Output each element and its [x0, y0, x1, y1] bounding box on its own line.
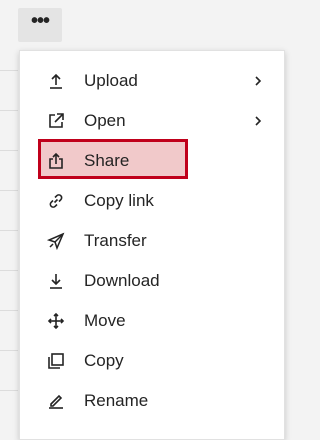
- menu-item-share[interactable]: Share: [20, 141, 284, 181]
- menu-item-label: Rename: [84, 391, 149, 410]
- menu-item-download[interactable]: Download: [20, 261, 284, 301]
- menu-item-label: Move: [84, 311, 126, 330]
- context-menu: Upload Open Share Copy link Transfer Dow…: [19, 50, 285, 440]
- upload-icon: [47, 72, 65, 90]
- move-icon: [47, 312, 65, 330]
- chevron-right-icon: [255, 76, 262, 86]
- send-icon: [46, 232, 65, 251]
- menu-item-label: Download: [84, 271, 160, 290]
- menu-item-move[interactable]: Move: [20, 301, 284, 341]
- chevron-right-icon: [255, 116, 262, 126]
- more-options-icon: •••: [30, 9, 50, 32]
- menu-item-label: Copy link: [84, 191, 154, 210]
- menu-item-label: Open: [84, 111, 126, 130]
- rename-icon: [47, 392, 65, 410]
- copy-icon: [47, 352, 65, 370]
- menu-item-open[interactable]: Open: [20, 101, 284, 141]
- background-list-dividers: [0, 50, 20, 421]
- menu-item-label: Copy: [84, 351, 124, 370]
- download-icon: [47, 272, 65, 290]
- menu-item-copy[interactable]: Copy: [20, 341, 284, 381]
- more-options-button[interactable]: •••: [18, 8, 62, 42]
- open-external-icon: [47, 112, 65, 130]
- menu-item-upload[interactable]: Upload: [20, 61, 284, 101]
- link-icon: [47, 192, 65, 210]
- menu-item-transfer[interactable]: Transfer: [20, 221, 284, 261]
- menu-item-copy-link[interactable]: Copy link: [20, 181, 284, 221]
- menu-item-label: Share: [84, 151, 130, 170]
- menu-item-label: Upload: [84, 71, 138, 90]
- menu-item-rename[interactable]: Rename: [20, 381, 284, 421]
- menu-item-label: Transfer: [84, 231, 147, 250]
- share-icon: [47, 152, 65, 170]
